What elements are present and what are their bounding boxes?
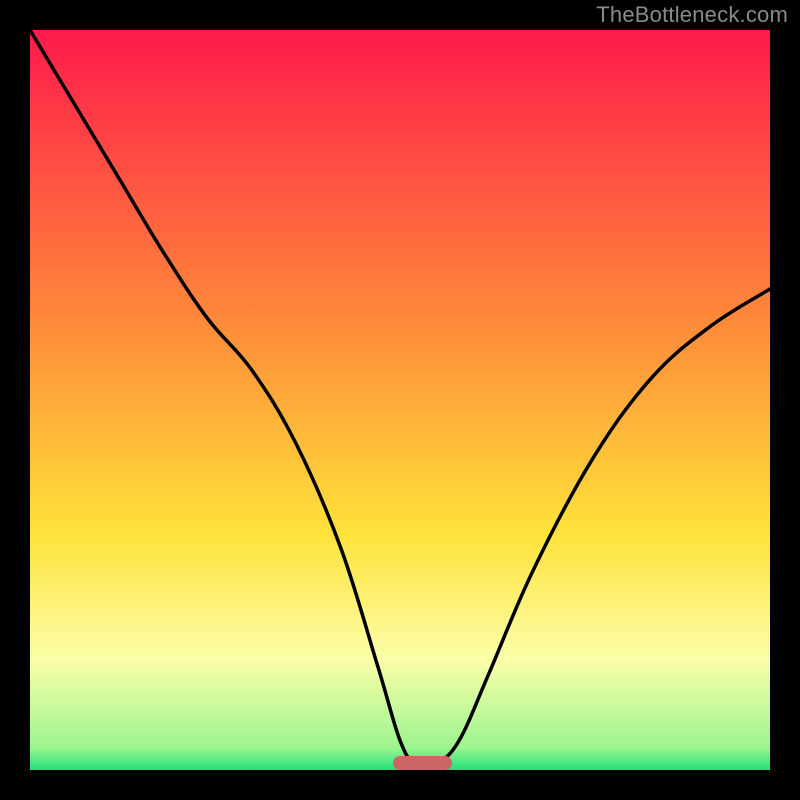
plot-area [30, 30, 770, 770]
chart-frame: TheBottleneck.com [0, 0, 800, 800]
bottleneck-curve [30, 30, 770, 770]
optimal-marker [393, 756, 452, 770]
watermark-text: TheBottleneck.com [596, 2, 788, 28]
